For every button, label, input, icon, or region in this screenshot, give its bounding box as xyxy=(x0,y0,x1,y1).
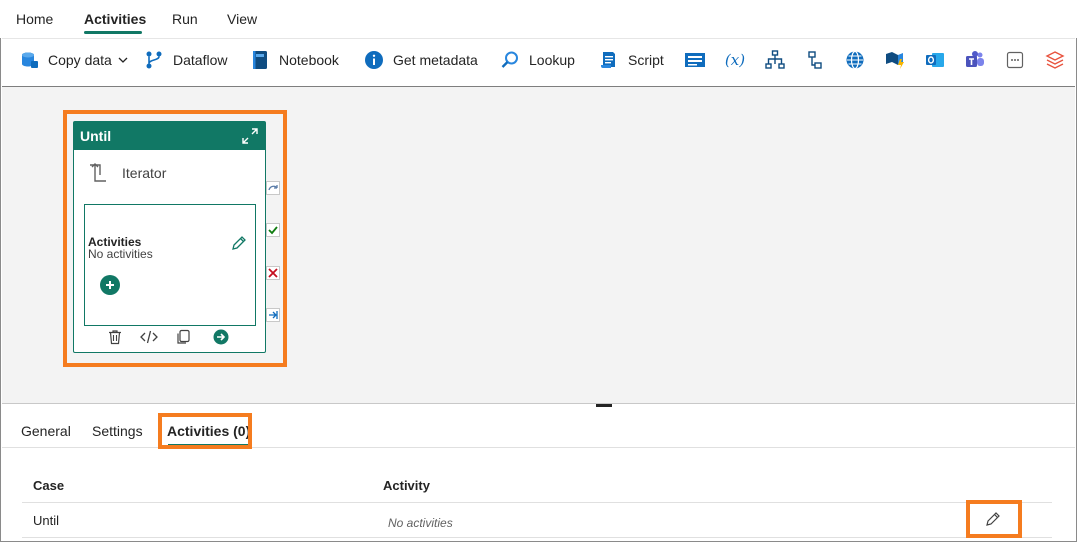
expression-icon: (x) xyxy=(724,51,746,69)
switch-icon xyxy=(764,49,786,71)
active-tab-indicator xyxy=(84,31,142,34)
activities-toolbar: Copy data Dataflow Notebook Get metadata… xyxy=(2,38,1075,80)
more-activities-button[interactable] xyxy=(1004,39,1026,81)
set-variable-button[interactable] xyxy=(684,39,706,81)
iterator-label: Iterator xyxy=(122,165,167,181)
lookup-button[interactable]: Lookup xyxy=(499,39,575,81)
code-icon[interactable] xyxy=(140,328,158,346)
column-header-case: Case xyxy=(33,478,65,493)
teams-icon xyxy=(964,49,986,71)
tab-run[interactable]: Run xyxy=(172,11,198,27)
get-metadata-label: Get metadata xyxy=(393,52,478,68)
databricks-icon xyxy=(1044,49,1066,71)
iterator-row: Iterator xyxy=(88,163,166,183)
tab-general[interactable]: General xyxy=(21,423,71,439)
row-divider xyxy=(22,537,1052,538)
tab-view[interactable]: View xyxy=(227,11,257,27)
lookup-label: Lookup xyxy=(529,52,575,68)
database-icon xyxy=(18,49,40,71)
activities-tab-highlight xyxy=(158,413,252,449)
edit-button-highlight xyxy=(966,500,1022,538)
activity-cell: No activities xyxy=(388,516,453,530)
info-icon xyxy=(363,49,385,71)
delete-icon[interactable] xyxy=(106,328,124,346)
ribbon-tabs: Home Activities Run View xyxy=(0,0,1077,38)
outlook-icon xyxy=(924,49,946,71)
script-icon xyxy=(598,49,620,71)
databricks-button[interactable] xyxy=(1044,39,1066,81)
get-metadata-button[interactable]: Get metadata xyxy=(363,39,478,81)
outlook-button[interactable] xyxy=(924,39,946,81)
web-button[interactable] xyxy=(844,39,866,81)
completion-port-icon[interactable] xyxy=(266,308,280,322)
collapse-icon[interactable] xyxy=(239,125,261,147)
header-row-divider xyxy=(22,502,1052,503)
inner-activities-status: No activities xyxy=(88,247,153,261)
tab-settings[interactable]: Settings xyxy=(92,423,143,439)
until-activity-card[interactable]: Until Iterator Activities No activities xyxy=(73,121,266,353)
tab-home[interactable]: Home xyxy=(16,11,53,27)
dataflow-label: Dataflow xyxy=(173,52,228,68)
copy-icon[interactable] xyxy=(174,328,192,346)
until-card-header: Until xyxy=(74,122,265,150)
set-variable-icon xyxy=(684,49,706,71)
teams-button[interactable] xyxy=(964,39,986,81)
notebook-button[interactable]: Notebook xyxy=(249,39,339,81)
tab-activities[interactable]: Activities xyxy=(84,11,146,27)
notebook-icon xyxy=(249,49,271,71)
iterator-icon xyxy=(88,163,108,183)
case-cell: Until xyxy=(33,513,60,528)
success-port-icon[interactable] xyxy=(266,223,280,237)
failure-port-icon[interactable] xyxy=(266,266,280,280)
chevron-down-icon xyxy=(118,55,128,65)
more-activities-icon xyxy=(1004,49,1026,71)
edit-pencil-icon[interactable] xyxy=(231,235,249,253)
if-condition-button[interactable] xyxy=(804,39,826,81)
web-icon xyxy=(844,49,866,71)
search-icon xyxy=(499,49,521,71)
card-action-bar xyxy=(74,328,265,346)
azure-function-button[interactable] xyxy=(884,39,906,81)
column-header-activity: Activity xyxy=(383,478,430,493)
until-card-title: Until xyxy=(80,128,112,144)
switch-button[interactable] xyxy=(764,39,786,81)
add-activity-icon[interactable] xyxy=(100,275,120,295)
dataflow-icon xyxy=(143,49,165,71)
script-button[interactable]: Script xyxy=(598,39,664,81)
dataflow-button[interactable]: Dataflow xyxy=(143,39,227,81)
skip-port-icon[interactable] xyxy=(266,181,280,195)
script-label: Script xyxy=(628,52,664,68)
arrow-right-circle-icon[interactable] xyxy=(212,328,230,346)
inner-activities-container[interactable]: Activities No activities xyxy=(84,204,256,326)
if-condition-icon xyxy=(804,49,826,71)
notebook-label: Notebook xyxy=(279,52,339,68)
copy-data-button[interactable]: Copy data xyxy=(18,39,128,81)
copy-data-label: Copy data xyxy=(48,52,112,68)
azure-function-icon xyxy=(884,49,906,71)
expression-button[interactable]: (x) xyxy=(724,39,746,81)
